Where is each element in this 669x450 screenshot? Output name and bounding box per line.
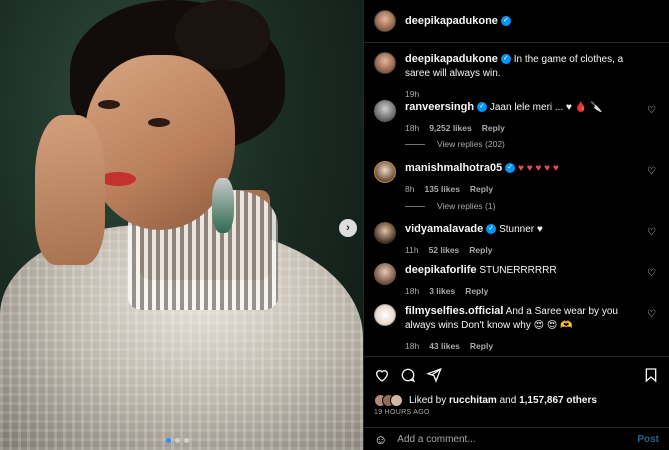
- like-comment-heart-icon[interactable]: ♡: [647, 269, 657, 279]
- likes-summary: Liked by rucchitam and 1,157,867 others: [374, 394, 597, 407]
- next-image-button[interactable]: ›: [339, 219, 357, 237]
- comment-text: STUNERRRRRR: [479, 265, 557, 276]
- comment-time: 18h: [405, 341, 420, 351]
- commenter-avatar[interactable]: [374, 263, 396, 285]
- view-replies-label: View replies (1): [437, 201, 496, 211]
- commenter-username[interactable]: vidyamalavade: [405, 223, 483, 235]
- reply-button[interactable]: Reply: [482, 121, 505, 135]
- likers-avatar-stack[interactable]: [374, 394, 403, 407]
- caption: deepikapadukone ✓ In the game of clothes,…: [374, 52, 659, 101]
- like-comment-heart-icon[interactable]: ♡: [647, 167, 657, 177]
- carousel-dot: [184, 438, 189, 443]
- comment-time: 18h: [405, 123, 420, 133]
- image-earring: [212, 178, 234, 233]
- like-comment-heart-icon[interactable]: ♡: [647, 310, 657, 320]
- comment-time: 8h: [405, 184, 415, 194]
- commenter-username[interactable]: filmyselfies.official: [405, 305, 503, 317]
- comment-item: vidyamalavade ✓ Stunner ♥ 11h 52 likes Re…: [374, 222, 659, 257]
- comment-likes[interactable]: 135 likes: [424, 182, 459, 196]
- commenter-username[interactable]: deepikaforlife: [405, 264, 477, 276]
- caption-avatar[interactable]: [374, 52, 396, 74]
- commenter-username[interactable]: manishmalhotra05: [405, 162, 502, 174]
- reply-button[interactable]: Reply: [465, 284, 488, 298]
- post-header: deepikapadukone ✓: [364, 0, 669, 43]
- verified-badge-icon: ✓: [500, 54, 511, 65]
- comment-item: manishmalhotra05 ✓ ♥ ♥ ♥ ♥ ♥ 8h 135 likes…: [374, 161, 659, 196]
- post-image[interactable]: ›: [0, 0, 363, 450]
- reply-button[interactable]: Reply: [470, 182, 493, 196]
- post-actions: Liked by rucchitam and 1,157,867 others …: [364, 356, 669, 450]
- comment-likes[interactable]: 3 likes: [429, 284, 455, 298]
- image-eye: [148, 118, 170, 127]
- likes-count[interactable]: 1,157,867 others: [519, 395, 597, 406]
- view-replies-label: View replies (202): [437, 139, 505, 149]
- likes-prefix: Liked by: [409, 395, 447, 406]
- commenter-avatar[interactable]: [374, 161, 396, 183]
- commenter-avatar[interactable]: [374, 222, 396, 244]
- post-time-ago: 19 HOURS AGO: [374, 409, 430, 416]
- add-comment-input[interactable]: Add a comment...: [397, 434, 637, 445]
- comment-text: Stunner ♥: [499, 224, 543, 235]
- comment-item: ranveersingh ✓ Jaan lele meri ... ♥ 🩸 🔪 1…: [374, 100, 659, 135]
- like-comment-heart-icon[interactable]: ♡: [647, 228, 657, 238]
- verified-badge-icon: ✓: [505, 163, 516, 174]
- view-replies-button[interactable]: View replies (202): [405, 139, 505, 149]
- add-comment-bar: ☺ Add a comment... Post: [364, 427, 669, 450]
- carousel-dots: [166, 438, 189, 443]
- carousel-dot: [175, 438, 180, 443]
- comment-likes[interactable]: 52 likes: [429, 243, 460, 257]
- post-side-panel: deepikapadukone ✓ deepikapadukone ✓ In th…: [363, 0, 669, 450]
- commenter-avatar[interactable]: [374, 100, 396, 122]
- comment-item: filmyselfies.official And a Saree wear b…: [374, 304, 659, 353]
- likes-joiner: and: [499, 395, 517, 406]
- comment-likes[interactable]: 9,252 likes: [429, 121, 472, 135]
- commenter-avatar[interactable]: [374, 304, 396, 326]
- comment-bubble-icon[interactable]: [400, 367, 416, 383]
- reply-button[interactable]: Reply: [470, 339, 493, 353]
- verified-badge-icon: ✓: [486, 224, 497, 235]
- verified-badge-icon: ✓: [477, 102, 488, 113]
- comments-list[interactable]: deepikapadukone ✓ In the game of clothes,…: [364, 44, 669, 356]
- image-hand: [35, 115, 105, 265]
- verified-badge-icon: ✓: [500, 16, 511, 26]
- image-lips: [100, 172, 136, 186]
- image-eye: [98, 100, 120, 109]
- caption-username[interactable]: deepikapadukone: [405, 53, 498, 65]
- view-replies-button[interactable]: View replies (1): [405, 201, 495, 211]
- comment-likes[interactable]: 43 likes: [429, 339, 460, 353]
- caption-time: 19h: [405, 89, 420, 99]
- liked-by-user[interactable]: rucchitam: [449, 395, 497, 406]
- author-avatar[interactable]: [374, 10, 396, 32]
- save-bookmark-icon[interactable]: [643, 367, 659, 383]
- emoji-picker-icon[interactable]: ☺: [374, 432, 387, 447]
- author-username[interactable]: deepikapadukone: [405, 15, 498, 27]
- post-comment-button[interactable]: Post: [637, 434, 659, 445]
- share-paper-plane-icon[interactable]: [426, 367, 442, 383]
- reply-button[interactable]: Reply: [469, 243, 492, 257]
- like-heart-icon[interactable]: [374, 367, 390, 383]
- commenter-username[interactable]: ranveersingh: [405, 101, 474, 113]
- comment-time: 11h: [405, 245, 419, 255]
- reply-line-divider: [405, 143, 425, 145]
- comment-item: deepikaforlife STUNERRRRRR 18h 3 likes R…: [374, 263, 659, 298]
- comment-time: 18h: [405, 286, 420, 296]
- comment-text: ♥ ♥ ♥ ♥ ♥: [517, 163, 559, 174]
- comment-text: Jaan lele meri ... ♥ 🩸 🔪: [489, 102, 603, 113]
- carousel-dot: [166, 438, 171, 443]
- action-icons: [374, 365, 659, 385]
- like-comment-heart-icon[interactable]: ♡: [647, 106, 657, 116]
- reply-line-divider: [405, 205, 425, 207]
